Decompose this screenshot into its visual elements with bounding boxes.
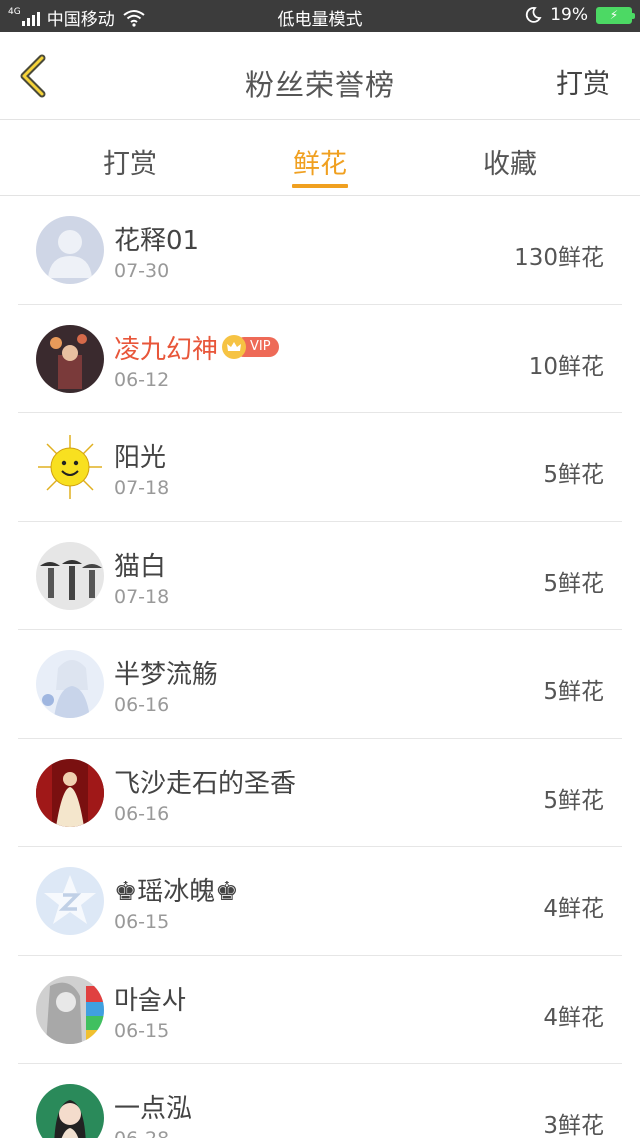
- crown-icon: [222, 335, 247, 359]
- avatar: [36, 867, 104, 935]
- avatar: [36, 975, 104, 1044]
- tab-favorites[interactable]: 收藏: [450, 142, 570, 181]
- list-item[interactable]: ♚瑶冰魄♚ 06-15 4鲜花: [18, 847, 622, 956]
- nav-bar: 粉丝荣誉榜 打赏: [0, 32, 640, 120]
- flower-count: 10鲜花: [528, 353, 604, 380]
- status-bar-right: 19% ⚡: [524, 5, 635, 25]
- flower-count: 3鲜花: [543, 1113, 604, 1138]
- fan-date: 06-15: [114, 1019, 170, 1042]
- fan-date: 06-28: [114, 1128, 169, 1138]
- fan-name: 凌九幻神 VIP: [114, 329, 279, 366]
- fan-name: ♚瑶冰魄♚: [114, 877, 239, 907]
- avatar: [36, 1084, 104, 1138]
- tab-label: 鲜花: [293, 149, 347, 180]
- list-item[interactable]: 마술사 06-15 4鲜花: [18, 956, 622, 1064]
- fan-name: 마술사: [114, 985, 186, 1016]
- tab-label: 打赏: [103, 149, 157, 180]
- list-item[interactable]: 阳光 07-18 5鲜花: [18, 413, 622, 522]
- avatar: [36, 650, 104, 718]
- tab-reward[interactable]: 打赏: [70, 142, 190, 181]
- reward-button[interactable]: 打赏: [556, 62, 610, 101]
- list-item[interactable]: 飞沙走石的圣香 06-16 5鲜花: [18, 739, 622, 847]
- fan-name-text: 凌九幻神: [114, 334, 219, 365]
- tab-flowers[interactable]: 鲜花: [260, 142, 380, 188]
- avatar: [36, 324, 104, 393]
- battery-charging-icon: ⚡: [596, 6, 635, 24]
- status-bar: 4G 中国移动 低电量模式 19% ⚡: [0, 0, 640, 32]
- list-item[interactable]: 一点泓 06-28 3鲜花: [18, 1064, 622, 1138]
- fan-list: 花释01 07-30 130鲜花 凌九幻神 VIP 06-12 10鲜花 阳光 …: [0, 196, 640, 1138]
- flower-count: 5鲜花: [543, 570, 604, 597]
- flower-count: 5鲜花: [543, 679, 604, 705]
- active-tab-indicator: [292, 184, 348, 188]
- page-title: 粉丝荣誉榜: [244, 68, 395, 102]
- list-item[interactable]: 凌九幻神 VIP 06-12 10鲜花: [18, 305, 622, 413]
- fan-date: 07-30: [114, 260, 170, 282]
- fan-date: 06-16: [114, 802, 170, 825]
- battery-percent: 19%: [550, 5, 588, 25]
- list-item[interactable]: 猫白 07-18 5鲜花: [18, 522, 622, 630]
- flower-count: 4鲜花: [543, 1004, 604, 1031]
- fan-date: 06-12: [114, 368, 170, 391]
- vip-badge: VIP: [222, 335, 279, 359]
- list-item[interactable]: 半梦流觞 06-16 5鲜花: [18, 630, 622, 739]
- fan-date: 06-16: [114, 694, 170, 716]
- avatar: [36, 758, 104, 827]
- moon-icon: [526, 7, 542, 23]
- flower-count: 5鲜花: [543, 462, 604, 488]
- fan-date: 07-18: [114, 477, 170, 499]
- fan-name: 猫白: [114, 551, 167, 582]
- fan-name: 花释01: [114, 226, 200, 256]
- tab-label: 收藏: [483, 149, 537, 180]
- fan-date: 06-15: [114, 911, 170, 933]
- avatar: [36, 433, 104, 501]
- avatar: [36, 216, 104, 284]
- fan-name: 一点泓: [114, 1094, 193, 1124]
- fan-name: 飞沙走石的圣香: [114, 768, 297, 799]
- fan-name: 阳光: [114, 443, 167, 473]
- fan-name: 半梦流觞: [114, 660, 219, 690]
- flower-count: 4鲜花: [543, 896, 604, 922]
- flower-count: 130鲜花: [514, 245, 604, 271]
- avatar: [36, 541, 104, 610]
- flower-count: 5鲜花: [543, 787, 604, 814]
- tab-bar: 打赏 鲜花 收藏: [0, 120, 640, 196]
- fan-date: 07-18: [114, 585, 170, 608]
- list-item[interactable]: 花释01 07-30 130鲜花: [18, 196, 622, 305]
